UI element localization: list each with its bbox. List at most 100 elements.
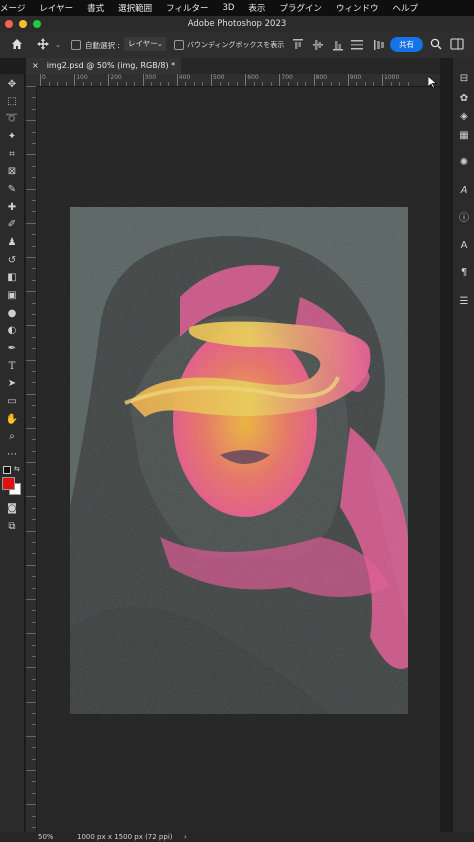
distribute-icon[interactable] xyxy=(351,39,363,51)
character-icon[interactable]: A xyxy=(456,239,472,253)
menu-3d[interactable]: 3D xyxy=(222,3,234,13)
vertical-ruler[interactable] xyxy=(26,86,37,832)
foreground-color-swatch[interactable] xyxy=(2,477,15,490)
search-icon[interactable] xyxy=(430,38,442,50)
auto-select-target-dropdown[interactable]: レイヤー ⌄ xyxy=(124,37,166,51)
ruler-tick xyxy=(32,405,36,407)
ruler-tick xyxy=(32,690,36,692)
menu-view[interactable]: 表示 xyxy=(248,2,265,14)
menu-plugins[interactable]: プラグイン xyxy=(279,2,322,14)
path-select-icon[interactable]: ➤ xyxy=(3,377,21,391)
brush-icon[interactable]: ✐ xyxy=(3,218,21,232)
ruler-tick xyxy=(313,74,315,86)
ruler-label: 700 xyxy=(281,74,293,81)
ruler-tick xyxy=(32,792,36,794)
ruler-minor-tick xyxy=(202,82,204,86)
marquee-icon[interactable]: ⬚ xyxy=(3,95,21,109)
screen-mode-icon[interactable]: ⧉ xyxy=(3,520,21,534)
default-colors-icon[interactable] xyxy=(3,466,11,474)
horizontal-ruler[interactable]: 0 100 200 300 400 500 600 700 800 900 1000 xyxy=(36,74,440,87)
gradient-icon[interactable]: ▣ xyxy=(3,289,21,303)
menu-type[interactable]: 書式 xyxy=(87,2,104,14)
dropdown-chevron-icon: ⌄ xyxy=(156,39,163,48)
swap-colors-icon[interactable]: ⇆ xyxy=(14,465,20,473)
ruler-label: 600 xyxy=(247,74,259,81)
tab-img2[interactable]: × img2.psd @ 50% (img, RGB/8) * xyxy=(26,58,182,74)
blur-icon[interactable]: ● xyxy=(3,307,21,321)
ruler-label: 500 xyxy=(213,74,225,81)
bounding-box-checkbox[interactable] xyxy=(174,40,184,50)
hand-icon[interactable]: ✋ xyxy=(3,413,21,427)
ruler-tick xyxy=(347,74,349,86)
paragraph-icon[interactable]: ¶ xyxy=(456,266,472,280)
zoom-level[interactable]: 50% xyxy=(38,832,54,842)
ruler-tick xyxy=(26,86,36,87)
ruler-tick xyxy=(32,200,36,201)
crop-icon[interactable]: ⌗ xyxy=(3,148,21,162)
auto-select-checkbox[interactable] xyxy=(71,40,81,50)
healing-icon[interactable]: ✚ xyxy=(3,201,21,215)
ruler-minor-tick xyxy=(296,82,298,86)
align-middle-icon[interactable] xyxy=(313,39,323,51)
ruler-tick xyxy=(32,587,36,589)
menu-layer[interactable]: レイヤー xyxy=(39,2,73,14)
history-brush-icon[interactable]: ↺ xyxy=(3,254,21,268)
menu-select[interactable]: 選択範囲 xyxy=(118,2,152,14)
channels-icon[interactable]: ▦ xyxy=(456,129,472,143)
type-icon[interactable]: T xyxy=(3,360,21,374)
menu-window[interactable]: ウィンドウ xyxy=(336,2,379,14)
glyphs-icon[interactable]: A xyxy=(456,184,472,198)
workspace-icon[interactable] xyxy=(450,38,464,50)
ruler-tick xyxy=(32,519,36,521)
magic-wand-icon[interactable]: ✦ xyxy=(3,130,21,144)
ruler-tick xyxy=(32,108,36,110)
ruler-tick xyxy=(382,74,383,86)
ruler-tick xyxy=(26,257,36,258)
lasso-icon[interactable]: ➰ xyxy=(3,112,21,126)
eyedropper-icon[interactable]: ✎ xyxy=(3,183,21,197)
status-arrow-icon[interactable]: › xyxy=(184,832,187,842)
close-window-button[interactable] xyxy=(5,20,13,28)
menu-help[interactable]: ヘルプ xyxy=(392,2,418,14)
align-bottom-icon[interactable] xyxy=(333,39,343,51)
layers-icon[interactable]: ◈ xyxy=(456,110,472,124)
quick-mask-icon[interactable]: ◙ xyxy=(3,502,21,516)
more-icon[interactable]: ⋯ xyxy=(3,448,21,462)
eraser-icon[interactable]: ◧ xyxy=(3,271,21,285)
document-image[interactable] xyxy=(70,207,408,714)
zoom-window-button[interactable] xyxy=(33,20,41,28)
align-top-icon[interactable] xyxy=(293,39,303,51)
ruler-tick xyxy=(26,804,36,806)
ruler-minor-tick xyxy=(82,82,84,86)
home-icon[interactable] xyxy=(10,37,24,51)
tools-panel: ✥ ⬚ ➰ ✦ ⌗ ⊠ ✎ ✚ ✐ ♟ ↺ ◧ ▣ ● ◐ ✒ T ➤ ▭ ✋ … xyxy=(0,74,25,832)
ruler-tick xyxy=(32,177,36,179)
ruler-tick xyxy=(26,564,36,566)
options-bar: ⌄ 自動選択 : レイヤー ⌄ バウンディングボックスを表示 共有 xyxy=(0,32,474,59)
rectangle-icon[interactable]: ▭ xyxy=(3,395,21,409)
pen-icon[interactable]: ✒ xyxy=(3,342,21,356)
ruler-tick xyxy=(26,496,36,498)
ruler-minor-tick xyxy=(356,82,358,86)
tab-close-icon[interactable]: × xyxy=(32,58,39,74)
sliders-icon[interactable]: ☰ xyxy=(456,295,472,309)
frame-icon[interactable]: ⊠ xyxy=(3,165,21,179)
info-icon[interactable]: ⓘ xyxy=(456,212,472,226)
ruler-tick xyxy=(108,74,110,86)
color-icon[interactable]: ✿ xyxy=(456,92,472,106)
zoom-icon[interactable]: ⌕ xyxy=(3,430,21,444)
properties-icon[interactable]: ⊟ xyxy=(456,72,472,86)
share-button[interactable]: 共有 xyxy=(390,37,423,52)
dodge-icon[interactable]: ◐ xyxy=(3,324,21,338)
menu-filter[interactable]: フィルター xyxy=(166,2,208,14)
stamp-icon[interactable]: ♟ xyxy=(3,236,21,250)
menu-image[interactable]: メージ xyxy=(0,2,25,14)
adjustments-icon[interactable]: ✺ xyxy=(456,156,472,170)
move-icon[interactable]: ✥ xyxy=(3,78,21,92)
minimize-window-button[interactable] xyxy=(19,20,27,28)
move-tool-preset-icon[interactable] xyxy=(36,37,50,51)
chevron-down-icon[interactable]: ⌄ xyxy=(55,41,61,49)
align-panel-icon[interactable] xyxy=(374,39,384,51)
ruler-minor-tick xyxy=(134,82,136,86)
ruler-tick xyxy=(26,188,36,190)
